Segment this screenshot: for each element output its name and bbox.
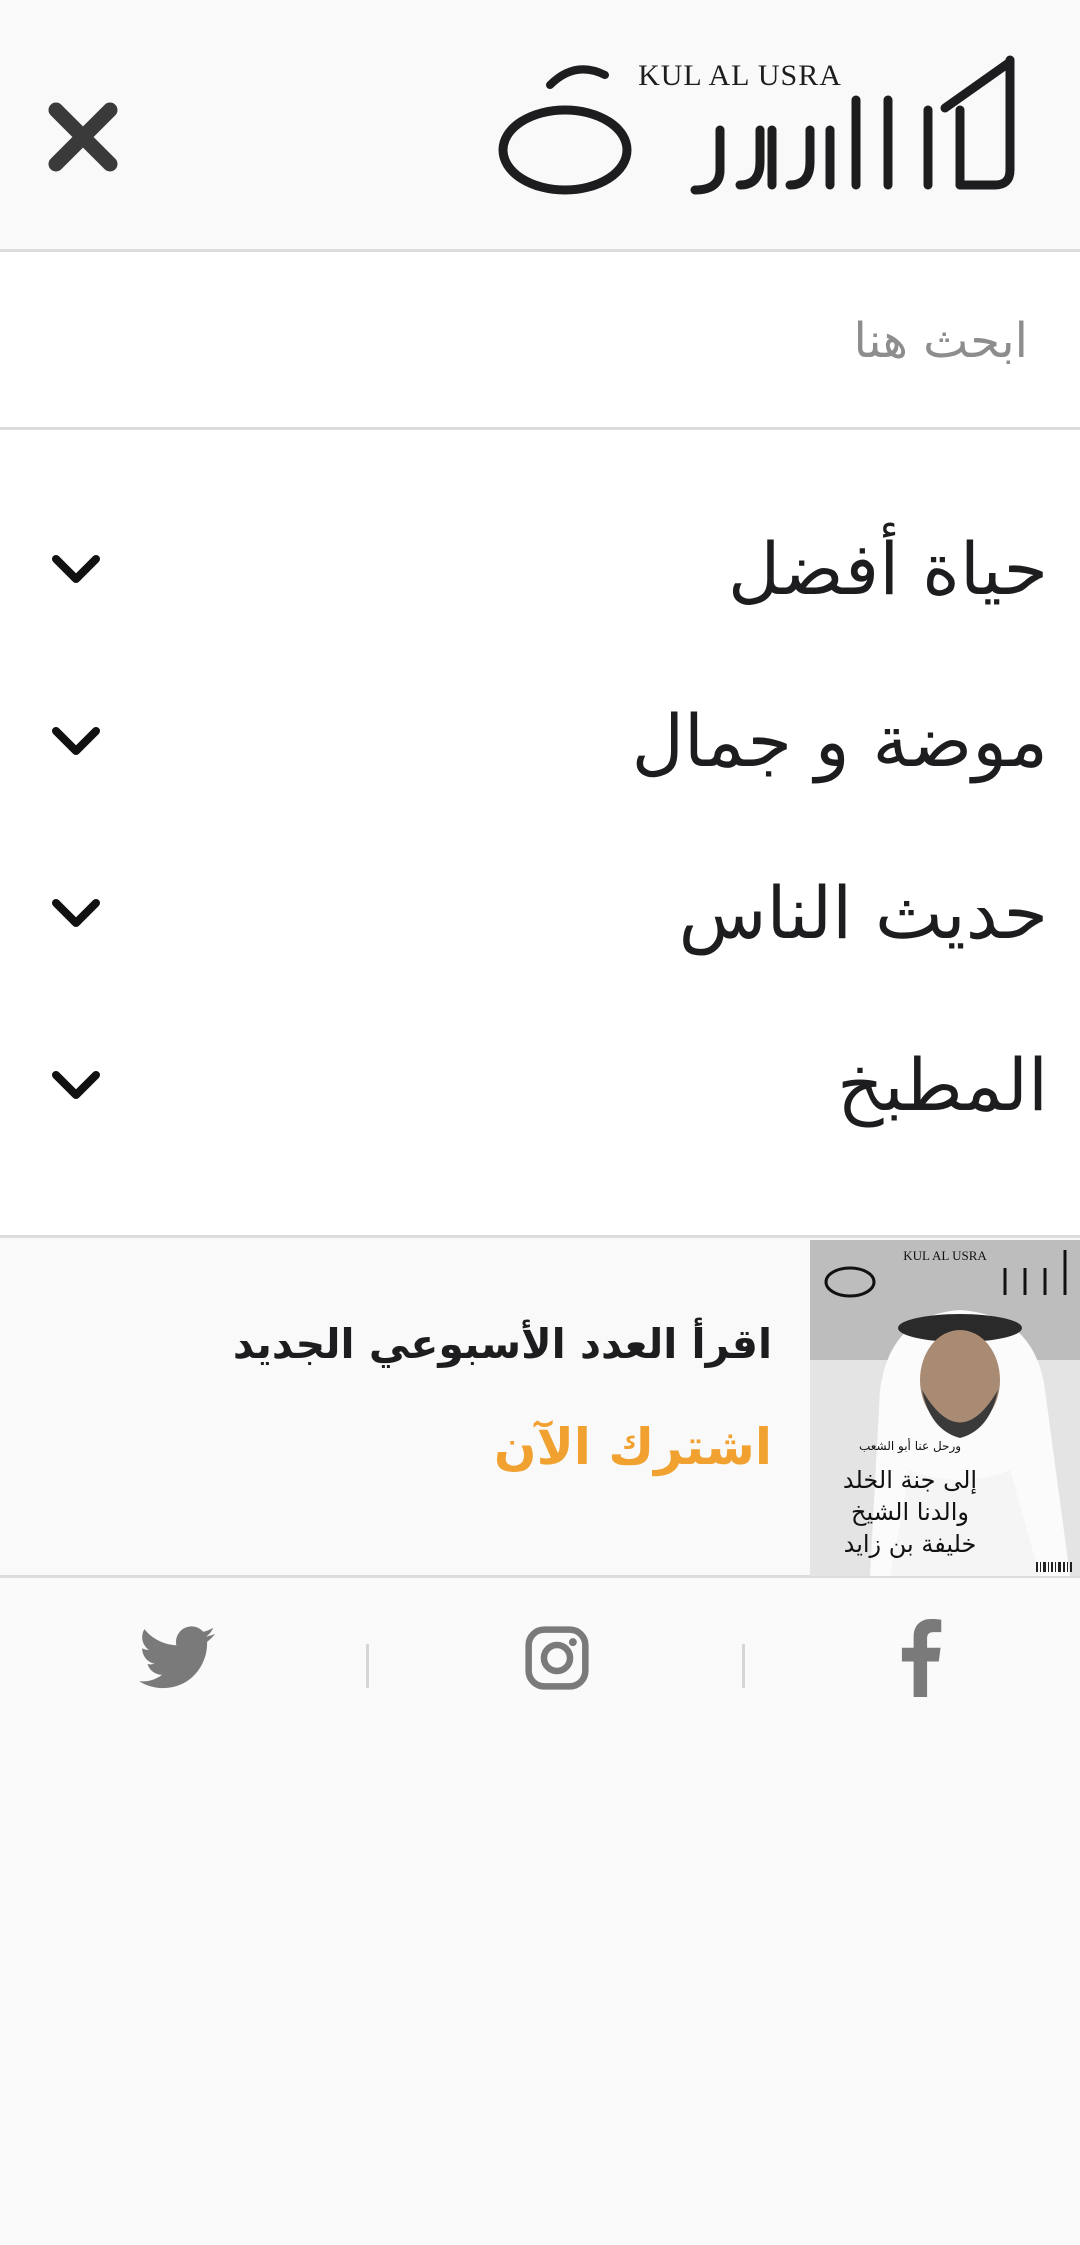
cover-small-line: ورحل عنا أبو الشعب [859, 1438, 961, 1454]
divider [366, 1644, 369, 1688]
chevron-down-icon[interactable] [50, 543, 102, 595]
menu-item-label: موضة و جمال [631, 699, 1048, 783]
chevron-down-icon[interactable] [50, 887, 102, 939]
divider [742, 1644, 745, 1688]
menu-item-kitchen[interactable]: المطبخ [0, 999, 1080, 1171]
instagram-link[interactable] [517, 1618, 597, 1698]
cover-headline-2: والدنا الشيخ [851, 1498, 969, 1526]
cover-headline-3: خليفة بن زايد [844, 1530, 977, 1558]
menu-item-fashion-beauty[interactable]: موضة و جمال [0, 655, 1080, 827]
menu-item-label: المطبخ [837, 1043, 1048, 1127]
close-button[interactable] [38, 92, 128, 182]
brand-logo[interactable]: KUL AL USRA [490, 50, 1025, 200]
nav-menu: حياة أفضل موضة و جمال حديث الناس المطبخ [0, 430, 1080, 1238]
close-icon [48, 102, 118, 172]
instagram-icon [525, 1626, 589, 1690]
menu-item-label: حديث الناس [678, 871, 1048, 955]
chevron-down-icon[interactable] [50, 715, 102, 767]
menu-item-better-life[interactable]: حياة أفضل [0, 483, 1080, 655]
facebook-icon [901, 1619, 942, 1697]
brand-latin-text: KUL AL USRA [638, 59, 842, 92]
subscribe-link[interactable]: اشترك الآن [494, 1418, 772, 1476]
social-links [0, 1578, 1080, 1738]
cover-brand-text: KUL AL USRA [903, 1248, 987, 1263]
search-input[interactable] [40, 282, 1030, 400]
magazine-promo: اقرأ العدد الأسبوعي الجديد اشترك الآن KU… [0, 1238, 1080, 1578]
facebook-link[interactable] [880, 1618, 960, 1698]
chevron-down-icon[interactable] [50, 1059, 102, 1111]
twitter-link[interactable] [137, 1618, 217, 1698]
menu-item-label: حياة أفضل [727, 527, 1048, 611]
cover-headline-1: إلى جنة الخلد [843, 1466, 977, 1495]
app-header: KUL AL USRA [0, 0, 1080, 252]
promo-title: اقرأ العدد الأسبوعي الجديد [232, 1320, 772, 1368]
magazine-cover-image[interactable]: KUL AL USRA ورحل عنا أبو الشعب إلى جنة ا… [810, 1240, 1080, 1576]
twitter-icon [139, 1626, 215, 1689]
menu-item-people-talk[interactable]: حديث الناس [0, 827, 1080, 999]
search-bar [0, 252, 1080, 430]
